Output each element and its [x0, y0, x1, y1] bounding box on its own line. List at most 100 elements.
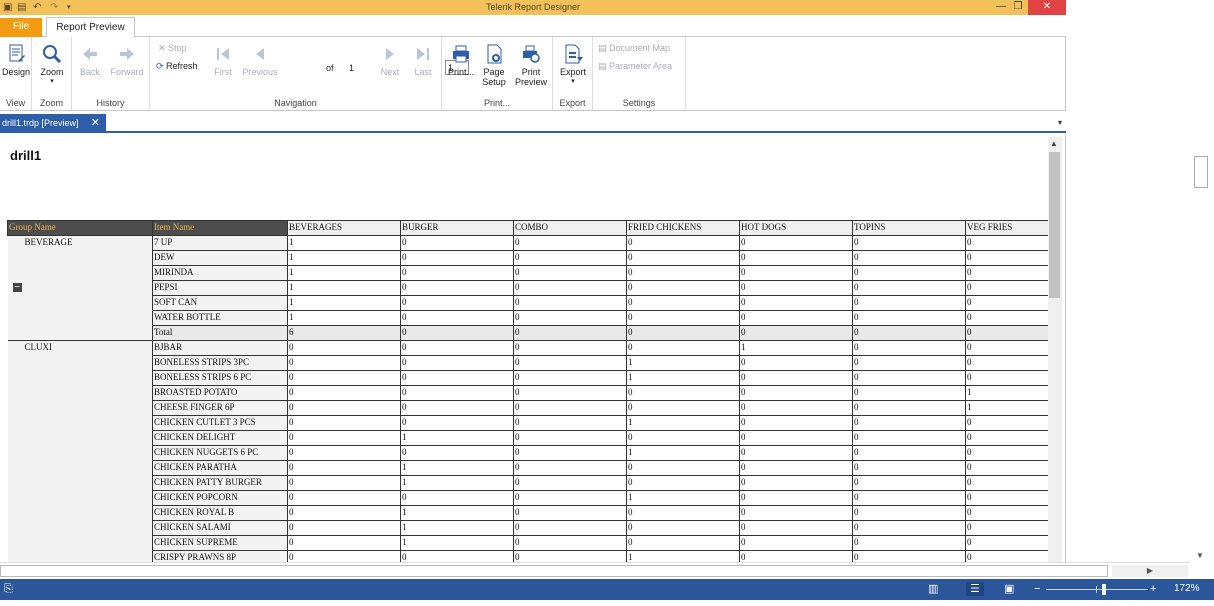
- document-map-button[interactable]: ▤ Document Map: [598, 43, 670, 54]
- value-cell: 0: [513, 340, 627, 356]
- zoom-dropdown-icon: ▾: [50, 78, 54, 85]
- value-cell: 0: [400, 415, 514, 431]
- scrollbar-thumb[interactable]: [1049, 152, 1060, 298]
- zoom-level[interactable]: 172%: [1174, 583, 1200, 594]
- value-cell: 0: [739, 415, 853, 431]
- scroll-right-icon[interactable]: ▶: [1112, 565, 1188, 577]
- column-header: FRIED CHICKENS: [626, 220, 740, 236]
- tab-overflow-icon[interactable]: ▾: [1058, 118, 1062, 127]
- export-icon: [565, 44, 583, 64]
- zoom-out-button[interactable]: −: [1034, 582, 1040, 596]
- close-tab-icon[interactable]: ✕: [91, 114, 100, 132]
- next-page-button[interactable]: Next: [378, 41, 402, 77]
- group-cell: [7, 490, 153, 506]
- table-row: CHICKEN POPCORN 0 0 0 1 0 0 0: [7, 490, 1051, 506]
- table-row: BEVERAGE 7 UP 1 0 0 0 0 0 0: [7, 235, 1051, 251]
- ribbon: Design View Zoom ▾ Zoom Back Forward His…: [0, 37, 1066, 111]
- collapse-toggle-icon[interactable]: −: [12, 282, 22, 292]
- report-vertical-scrollbar[interactable]: ▲: [1048, 137, 1062, 562]
- stop-button[interactable]: ✕ Stop: [158, 43, 187, 54]
- value-cell: 1: [287, 235, 401, 251]
- value-cell: 0: [626, 400, 740, 416]
- table-row: CHICKEN DELIGHT 0 1 0 0 0 0 0: [7, 430, 1051, 446]
- item-name-cell: WATER BOTTLE: [152, 310, 288, 326]
- value-cell: 0: [513, 235, 627, 251]
- scroll-down-icon[interactable]: ▼: [1196, 551, 1204, 560]
- window-vertical-scrollbar[interactable]: ▼: [1192, 134, 1209, 562]
- value-cell: 0: [739, 445, 853, 461]
- value-cell: 0: [852, 400, 966, 416]
- value-cell: 0: [287, 340, 401, 356]
- value-cell: 0: [626, 430, 740, 446]
- value-cell: 0: [739, 325, 853, 341]
- item-name-cell: CHICKEN ROYAL B: [152, 505, 288, 521]
- group-cell: [7, 415, 153, 431]
- column-header: COMBO: [513, 220, 627, 236]
- print-preview-button[interactable]: Print Preview: [512, 41, 550, 87]
- back-label: Back: [79, 67, 100, 77]
- value-cell: 1: [287, 265, 401, 281]
- group-name-header: Group Name: [7, 220, 153, 236]
- arrow-left-icon: [83, 48, 97, 60]
- refresh-button[interactable]: ⟳ Refresh: [156, 61, 198, 72]
- back-button[interactable]: Back: [76, 41, 104, 77]
- value-cell: 0: [400, 550, 514, 562]
- value-cell: 0: [626, 385, 740, 401]
- zoom-in-button[interactable]: +: [1150, 582, 1156, 596]
- value-cell: 0: [400, 340, 514, 356]
- value-cell: 1: [400, 475, 514, 491]
- group-history: Back Forward History: [72, 37, 150, 110]
- previous-page-button[interactable]: Previous: [240, 41, 280, 77]
- value-cell: 0: [739, 280, 853, 296]
- value-cell: 0: [400, 235, 514, 251]
- page-setup-button[interactable]: Page Setup: [480, 41, 508, 87]
- value-cell: 0: [626, 460, 740, 476]
- horizontal-scrollbar-thumb[interactable]: [0, 565, 1108, 577]
- value-cell: 0: [965, 325, 1051, 341]
- table-row: BROASTED POTATO 0 0 0 0 0 0 1: [7, 385, 1051, 401]
- zoom-slider[interactable]: [1046, 589, 1148, 590]
- value-cell: 0: [852, 415, 966, 431]
- horizontal-scrollbar[interactable]: ▶: [0, 562, 1190, 579]
- tab-report-preview[interactable]: Report Preview: [46, 17, 135, 38]
- table-row: − PEPSI 1 0 0 0 0 0 0: [7, 280, 1051, 296]
- group-name-cell: BEVERAGE: [7, 235, 153, 251]
- group-cell: [7, 400, 153, 416]
- value-cell: 0: [626, 340, 740, 356]
- first-page-button[interactable]: First: [212, 41, 234, 77]
- scroll-up-icon[interactable]: ▲: [1050, 139, 1058, 148]
- value-cell: 0: [513, 535, 627, 551]
- group-cell: [7, 505, 153, 521]
- group-view-label: View: [5, 98, 26, 108]
- tab-file[interactable]: File: [0, 18, 42, 37]
- close-button[interactable]: ✕: [1028, 0, 1066, 15]
- parameter-area-button[interactable]: ▤ Parameter Area: [598, 61, 672, 72]
- previous-page-icon: [256, 48, 264, 60]
- print-layout-icon[interactable]: ☰: [966, 582, 984, 596]
- scrollbar-thumb[interactable]: [1194, 156, 1208, 188]
- value-cell: 6: [287, 325, 401, 341]
- export-button[interactable]: Export ▾: [556, 41, 590, 87]
- document-map-label: Document Map: [609, 43, 671, 53]
- print-button[interactable]: Print...: [445, 41, 477, 77]
- value-cell: 1: [400, 460, 514, 476]
- column-header: HOT DOGS: [739, 220, 853, 236]
- last-page-label: Last: [414, 67, 432, 77]
- forward-button[interactable]: Forward: [108, 41, 146, 77]
- last-page-icon: [417, 48, 429, 60]
- group-navigation-label: Navigation: [274, 98, 317, 108]
- value-cell: 1: [287, 310, 401, 326]
- zoom-button[interactable]: Zoom ▾: [36, 41, 68, 87]
- read-mode-icon[interactable]: ▥: [928, 582, 938, 596]
- group-cell: [7, 295, 153, 311]
- web-layout-icon[interactable]: ▣: [1004, 582, 1014, 596]
- group-cell: [7, 520, 153, 536]
- zoom-slider-thumb[interactable]: [1102, 584, 1106, 595]
- design-button[interactable]: Design: [1, 41, 31, 77]
- printer-icon: [453, 45, 469, 63]
- value-cell: 0: [626, 535, 740, 551]
- last-page-button[interactable]: Last: [412, 41, 434, 77]
- document-tab[interactable]: drill1.trdp [Preview] ✕: [0, 114, 106, 133]
- document-status-icon[interactable]: ⎘: [4, 582, 13, 596]
- value-cell: 0: [626, 265, 740, 281]
